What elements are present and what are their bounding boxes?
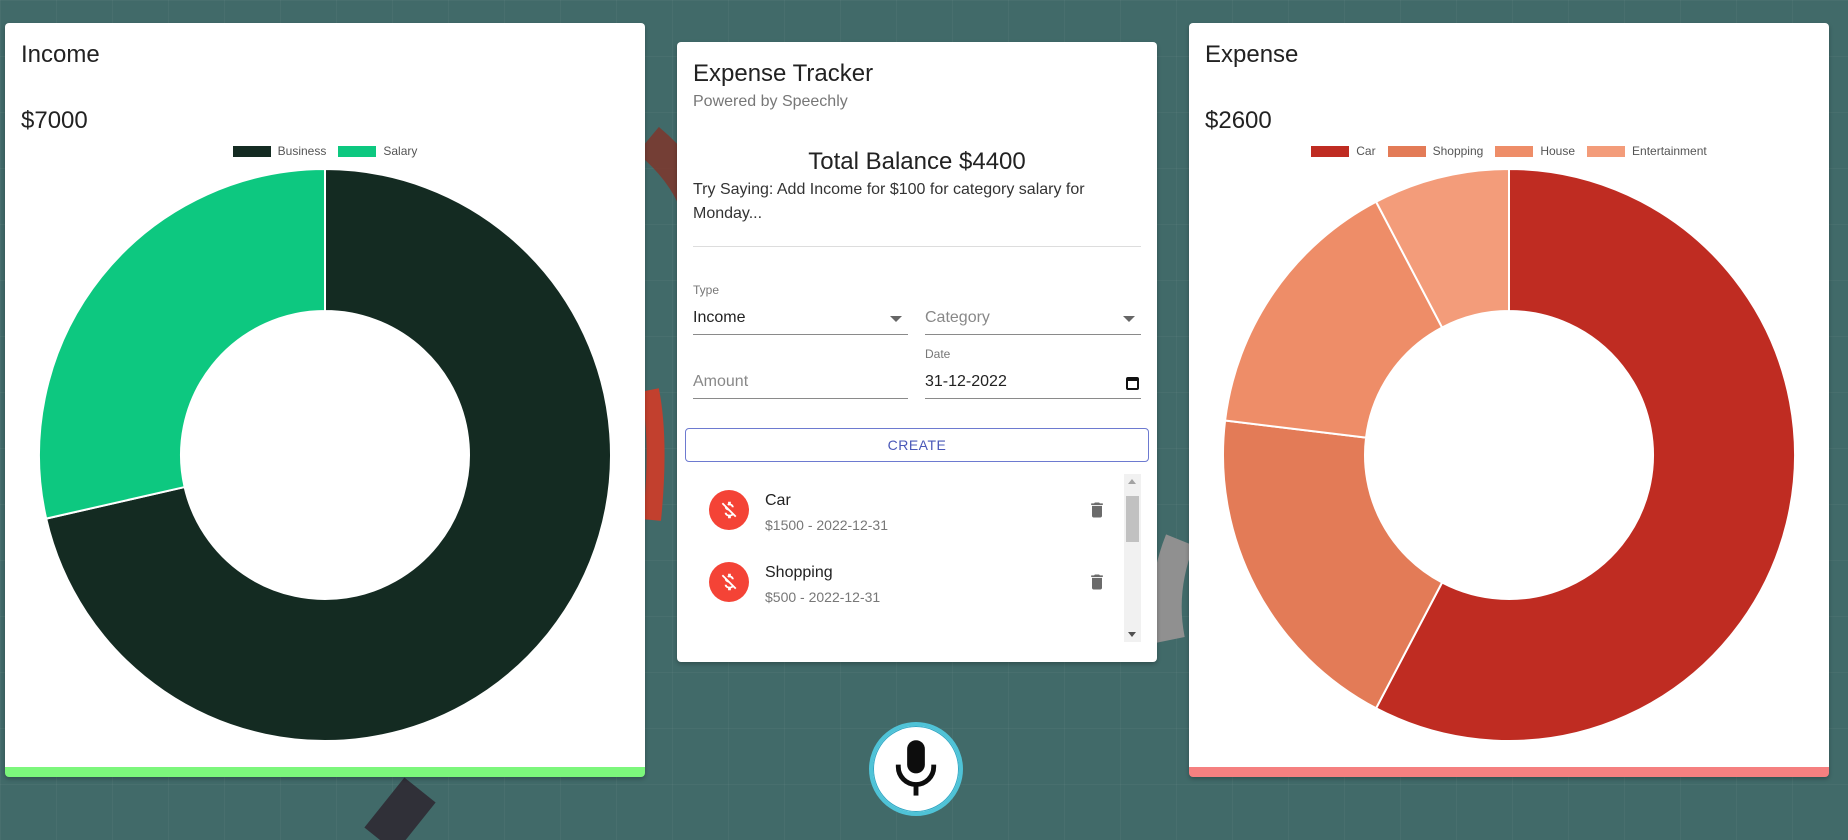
category-select[interactable]: Category: [925, 304, 1141, 335]
income-donut-chart: [38, 167, 612, 742]
microphone-button[interactable]: [869, 722, 963, 816]
type-label: Type: [693, 283, 720, 297]
type-select[interactable]: Type Income: [693, 283, 908, 335]
transaction-name: Car: [765, 492, 791, 509]
expense-donut-chart: [1222, 167, 1796, 742]
transaction-name: Shopping: [765, 564, 833, 581]
money-off-icon: [709, 562, 749, 602]
donut-slice-salary[interactable]: [38, 167, 326, 520]
date-value: 31-12-2022: [925, 373, 1007, 390]
money-off-icon: [709, 490, 749, 530]
create-button[interactable]: CREATE: [685, 428, 1149, 462]
chevron-down-icon: [890, 316, 902, 322]
category-placeholder: Category: [925, 309, 990, 326]
scroll-thumb[interactable]: [1126, 496, 1139, 542]
list-scrollbar[interactable]: [1124, 474, 1141, 642]
total-balance: Total Balance $4400: [808, 148, 1026, 175]
calendar-icon[interactable]: [1126, 377, 1139, 390]
income-card: Income $7000 Business Salary: [5, 23, 645, 777]
transaction-detail: $500 - 2022-12-31: [765, 589, 881, 605]
expense-tracker-card: Expense Tracker Powered by Speechly Tota…: [677, 42, 1157, 662]
tracker-subtitle: Powered by Speechly: [693, 93, 848, 110]
scroll-up-arrow-icon[interactable]: [1128, 479, 1136, 484]
amount-placeholder: Amount: [693, 373, 749, 390]
date-label: Date: [925, 347, 951, 361]
tracker-title: Expense Tracker: [693, 60, 874, 87]
list-item[interactable]: Car $1500 - 2022-12-31: [685, 474, 1125, 546]
chevron-down-icon: [1123, 316, 1135, 322]
voice-hint: Try Saying: Add Income for $100 for cate…: [693, 181, 1085, 222]
transaction-detail: $1500 - 2022-12-31: [765, 517, 888, 533]
amount-input[interactable]: Amount: [693, 368, 908, 399]
delete-icon[interactable]: [1085, 498, 1109, 522]
scroll-down-arrow-icon[interactable]: [1128, 632, 1136, 637]
type-value: Income: [693, 309, 746, 326]
list-item[interactable]: Shopping $500 - 2022-12-31: [685, 546, 1125, 618]
date-input[interactable]: Date 31-12-2022: [925, 347, 1141, 399]
expense-card: Expense $2600 Car Shopping House Enterta…: [1189, 23, 1829, 777]
delete-icon[interactable]: [1085, 570, 1109, 594]
mic-icon: [895, 740, 937, 796]
divider: [693, 246, 1141, 247]
transaction-list: Car $1500 - 2022-12-31 Shopping $500 - 2…: [685, 474, 1149, 642]
